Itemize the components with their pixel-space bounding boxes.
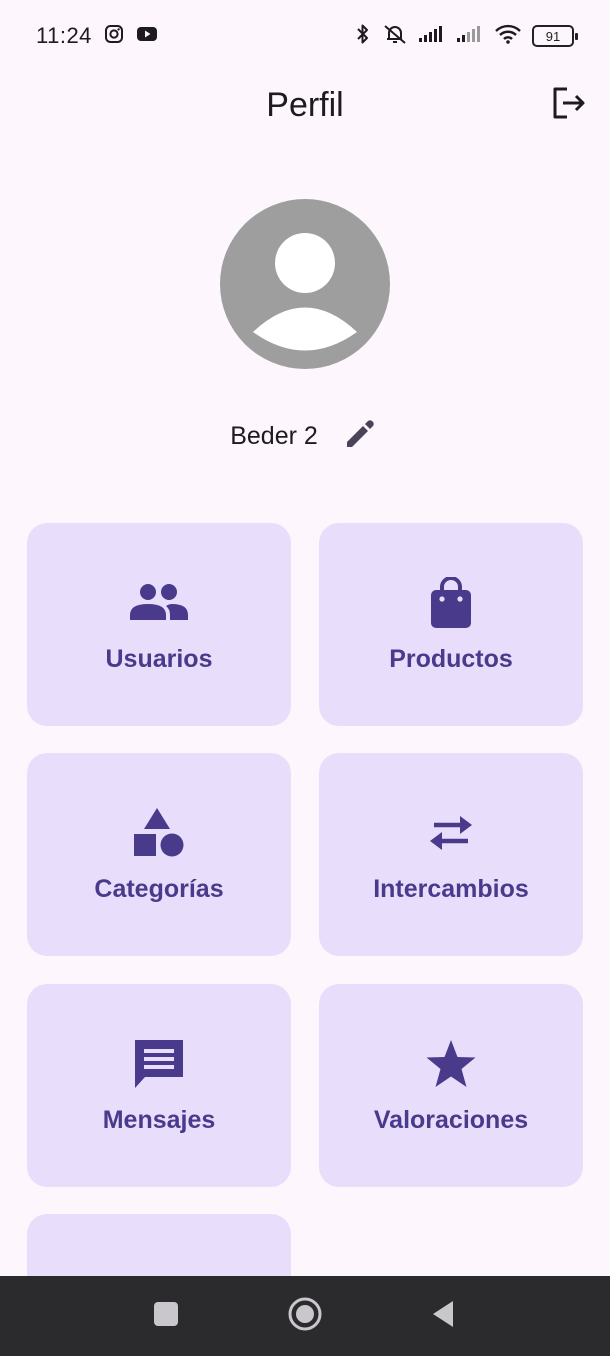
system-nav-bar — [0, 1276, 610, 1356]
message-icon — [129, 1036, 189, 1092]
menu-card-mensajes[interactable]: Mensajes — [27, 984, 291, 1187]
status-bar: 11:24 91 — [0, 0, 610, 72]
profile-name-row: Beder 2 — [0, 412, 610, 460]
people-icon — [129, 575, 189, 631]
person-placeholder-icon — [220, 233, 390, 369]
menu-card-usuarios[interactable]: Usuarios — [27, 523, 291, 726]
bell-off-icon — [382, 23, 408, 50]
recents-square-icon — [152, 1300, 180, 1333]
swap-arrows-icon — [421, 805, 481, 861]
logout-icon — [551, 86, 587, 125]
card-label: Valoraciones — [373, 1106, 529, 1134]
menu-card-categorias[interactable]: Categorías — [27, 753, 291, 956]
signal-icon — [418, 25, 446, 48]
battery-icon: 91 — [532, 25, 578, 47]
page-title: Perfil — [266, 85, 344, 124]
youtube-icon — [136, 25, 158, 48]
status-right: 91 — [354, 23, 578, 50]
card-label: Intercambios — [373, 875, 529, 903]
signal-icon — [456, 25, 484, 48]
app-bar: Perfil — [0, 72, 610, 138]
category-shapes-icon — [129, 805, 189, 861]
edit-name-button[interactable] — [340, 416, 380, 456]
menu-card-productos[interactable]: Productos — [319, 523, 583, 726]
back-triangle-icon — [429, 1299, 457, 1334]
logout-button[interactable] — [550, 86, 588, 124]
star-icon — [421, 1036, 481, 1092]
pencil-icon — [343, 417, 377, 456]
card-label: Usuarios — [105, 645, 213, 673]
menu-card-intercambios[interactable]: Intercambios — [319, 753, 583, 956]
home-button[interactable] — [285, 1296, 325, 1336]
avatar — [220, 199, 390, 369]
card-label: Productos — [389, 645, 513, 673]
status-left: 11:24 — [36, 23, 158, 49]
wifi-icon — [494, 23, 522, 50]
menu-card-valoraciones[interactable]: Valoraciones — [319, 984, 583, 1187]
shopping-bag-icon — [421, 575, 481, 631]
instagram-icon — [104, 24, 124, 49]
back-button[interactable] — [423, 1296, 463, 1336]
status-time: 11:24 — [36, 23, 92, 48]
user-name: Beder 2 — [230, 421, 318, 450]
home-circle-icon — [287, 1296, 323, 1337]
card-label: Categorías — [94, 875, 224, 903]
bluetooth-icon — [354, 23, 372, 50]
card-label: Mensajes — [102, 1106, 216, 1134]
recents-button[interactable] — [146, 1296, 186, 1336]
